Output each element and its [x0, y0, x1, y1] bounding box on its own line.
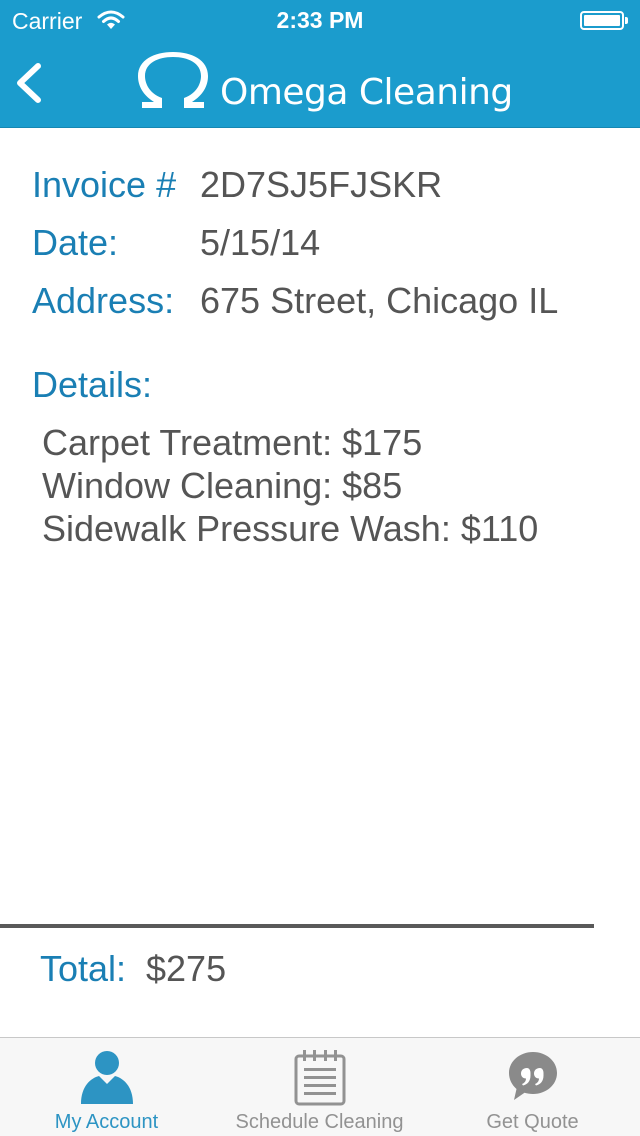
divider	[0, 924, 594, 928]
tab-label: Schedule Cleaning	[235, 1111, 404, 1133]
total-label: Total:	[40, 948, 127, 989]
date-value: 5/15/14	[200, 222, 321, 263]
details-list: Carpet Treatment: $175 Window Cleaning: …	[42, 421, 538, 550]
list-item: Carpet Treatment: $175	[42, 422, 423, 463]
clipboard-icon	[294, 1050, 345, 1106]
date-label: Date:	[32, 222, 119, 263]
tab-label: Get Quote	[486, 1111, 579, 1133]
back-chevron-icon[interactable]	[10, 58, 50, 108]
address-value: 675 Street, Chicago IL	[200, 280, 559, 321]
list-item: Window Cleaning: $85	[42, 465, 403, 506]
tab-my-account[interactable]: My Account	[0, 1038, 213, 1136]
invoice-number-value: 2D7SJ5FJSKR	[200, 164, 443, 205]
tab-bar: My Account Schedule Cleaning Get Quote	[0, 1037, 640, 1136]
omega-logo-icon	[138, 52, 208, 108]
battery-icon	[580, 11, 628, 30]
details-heading: Details:	[32, 364, 153, 405]
app-title: Omega Cleaning	[220, 72, 513, 113]
header-bar: Carrier 2:33 PM Omega Cleaning	[0, 0, 640, 128]
person-icon	[80, 1051, 133, 1104]
tab-schedule-cleaning[interactable]: Schedule Cleaning	[213, 1038, 426, 1136]
invoice-number-label: Invoice #	[32, 164, 177, 205]
tab-get-quote[interactable]: Get Quote	[426, 1038, 639, 1136]
total-value: $275	[146, 948, 227, 989]
list-item: Sidewalk Pressure Wash: $110	[42, 508, 539, 549]
status-bar: Carrier 2:33 PM	[0, 0, 640, 40]
clock: 2:33 PM	[276, 7, 364, 33]
address-label: Address:	[32, 280, 175, 321]
tab-label: My Account	[54, 1111, 159, 1133]
speech-bubble-icon	[508, 1052, 557, 1100]
